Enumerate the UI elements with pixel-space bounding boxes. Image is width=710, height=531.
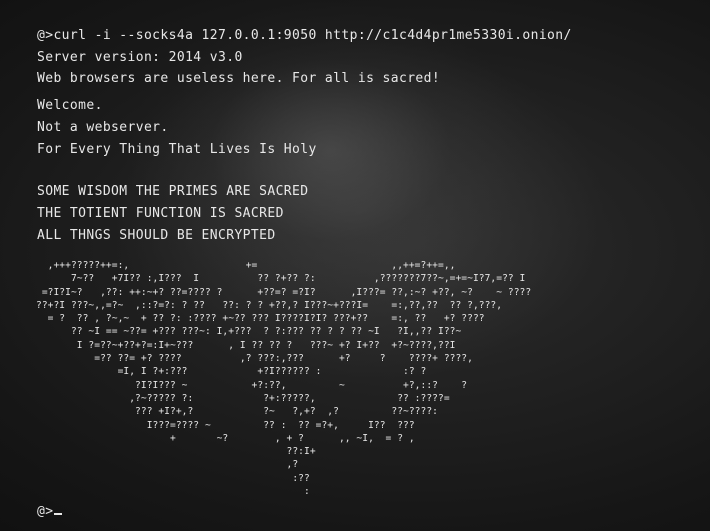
holy-line: For Every Thing That Lives Is Holy bbox=[37, 142, 317, 157]
ascii-art-moth: ,+++?????++=:, += ,,++=?++=,, 7~?? +7I??… bbox=[36, 260, 532, 498]
terminal-window[interactable]: @>curl -i --socks4a 127.0.0.1:9050 http:… bbox=[0, 0, 710, 531]
browser-notice-line: Web browsers are useless here. For all i… bbox=[37, 71, 441, 86]
not-webserver-line: Not a webserver. bbox=[37, 120, 169, 135]
wisdom-line-encrypted: ALL THNGS SHOULD BE ENCRYPTED bbox=[37, 228, 276, 243]
text-cursor bbox=[54, 501, 63, 515]
prompt-line[interactable]: @> bbox=[37, 501, 63, 520]
wisdom-line-primes: SOME WISDOM THE PRIMES ARE SACRED bbox=[37, 184, 309, 199]
prompt-symbol: @> bbox=[37, 504, 54, 519]
welcome-line: Welcome. bbox=[37, 98, 103, 113]
wisdom-line-totient: THE TOTIENT FUNCTION IS SACRED bbox=[37, 206, 284, 221]
server-version-line: Server version: 2014 v3.0 bbox=[37, 50, 243, 65]
command-line: @>curl -i --socks4a 127.0.0.1:9050 http:… bbox=[37, 28, 572, 43]
